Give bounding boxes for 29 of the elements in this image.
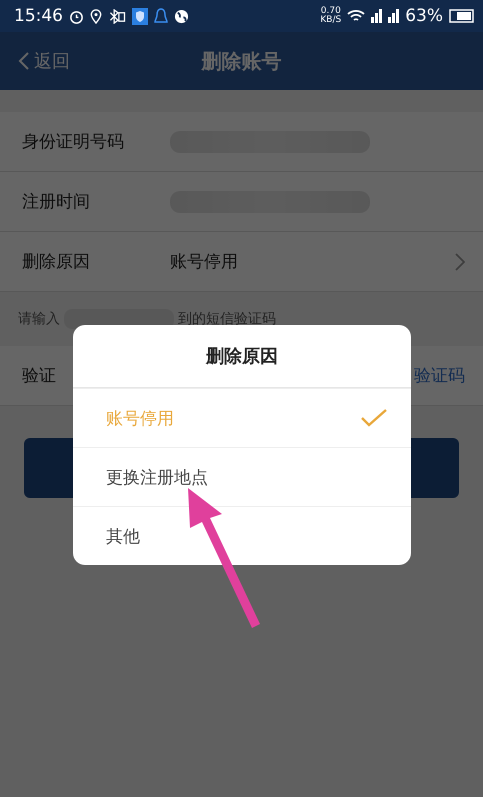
hint-text: 到的短信验证码: [178, 310, 276, 328]
field-value: 账号停用: [170, 251, 239, 273]
field-label: 删除原因: [22, 251, 91, 273]
alarm-icon: [69, 8, 84, 24]
bluetooth-icon: [108, 8, 126, 24]
back-button[interactable]: 返回: [12, 48, 76, 74]
location-icon: [90, 8, 102, 24]
back-label: 返回: [34, 50, 70, 73]
network-speed: 0.70: [320, 7, 341, 16]
signal-icon: [371, 9, 382, 23]
chevron-left-icon: [18, 51, 30, 71]
get-code-link[interactable]: 验证码: [414, 364, 465, 387]
speed-unit: KB/S: [320, 16, 342, 25]
chevron-right-icon: [455, 252, 465, 270]
dialog-title: 删除原因: [73, 325, 411, 388]
shield-icon: [132, 8, 148, 24]
battery-percent: 63%: [405, 6, 443, 26]
signal-icon: [388, 9, 400, 23]
hint-text: 请输入: [18, 310, 60, 328]
form-row[interactable]: 删除原因 账号停用: [0, 232, 483, 292]
field-label: 身份证明号码: [22, 131, 125, 153]
field-label: 验证: [22, 365, 57, 387]
battery-icon: [449, 9, 475, 23]
wifi-icon: [347, 9, 366, 23]
page-title: 删除账号: [202, 48, 282, 74]
checkmark-icon: [361, 409, 387, 427]
time: 15:46: [14, 6, 63, 26]
field-label: 注册时间: [22, 191, 91, 213]
reason-option[interactable]: 账号停用: [73, 388, 411, 447]
